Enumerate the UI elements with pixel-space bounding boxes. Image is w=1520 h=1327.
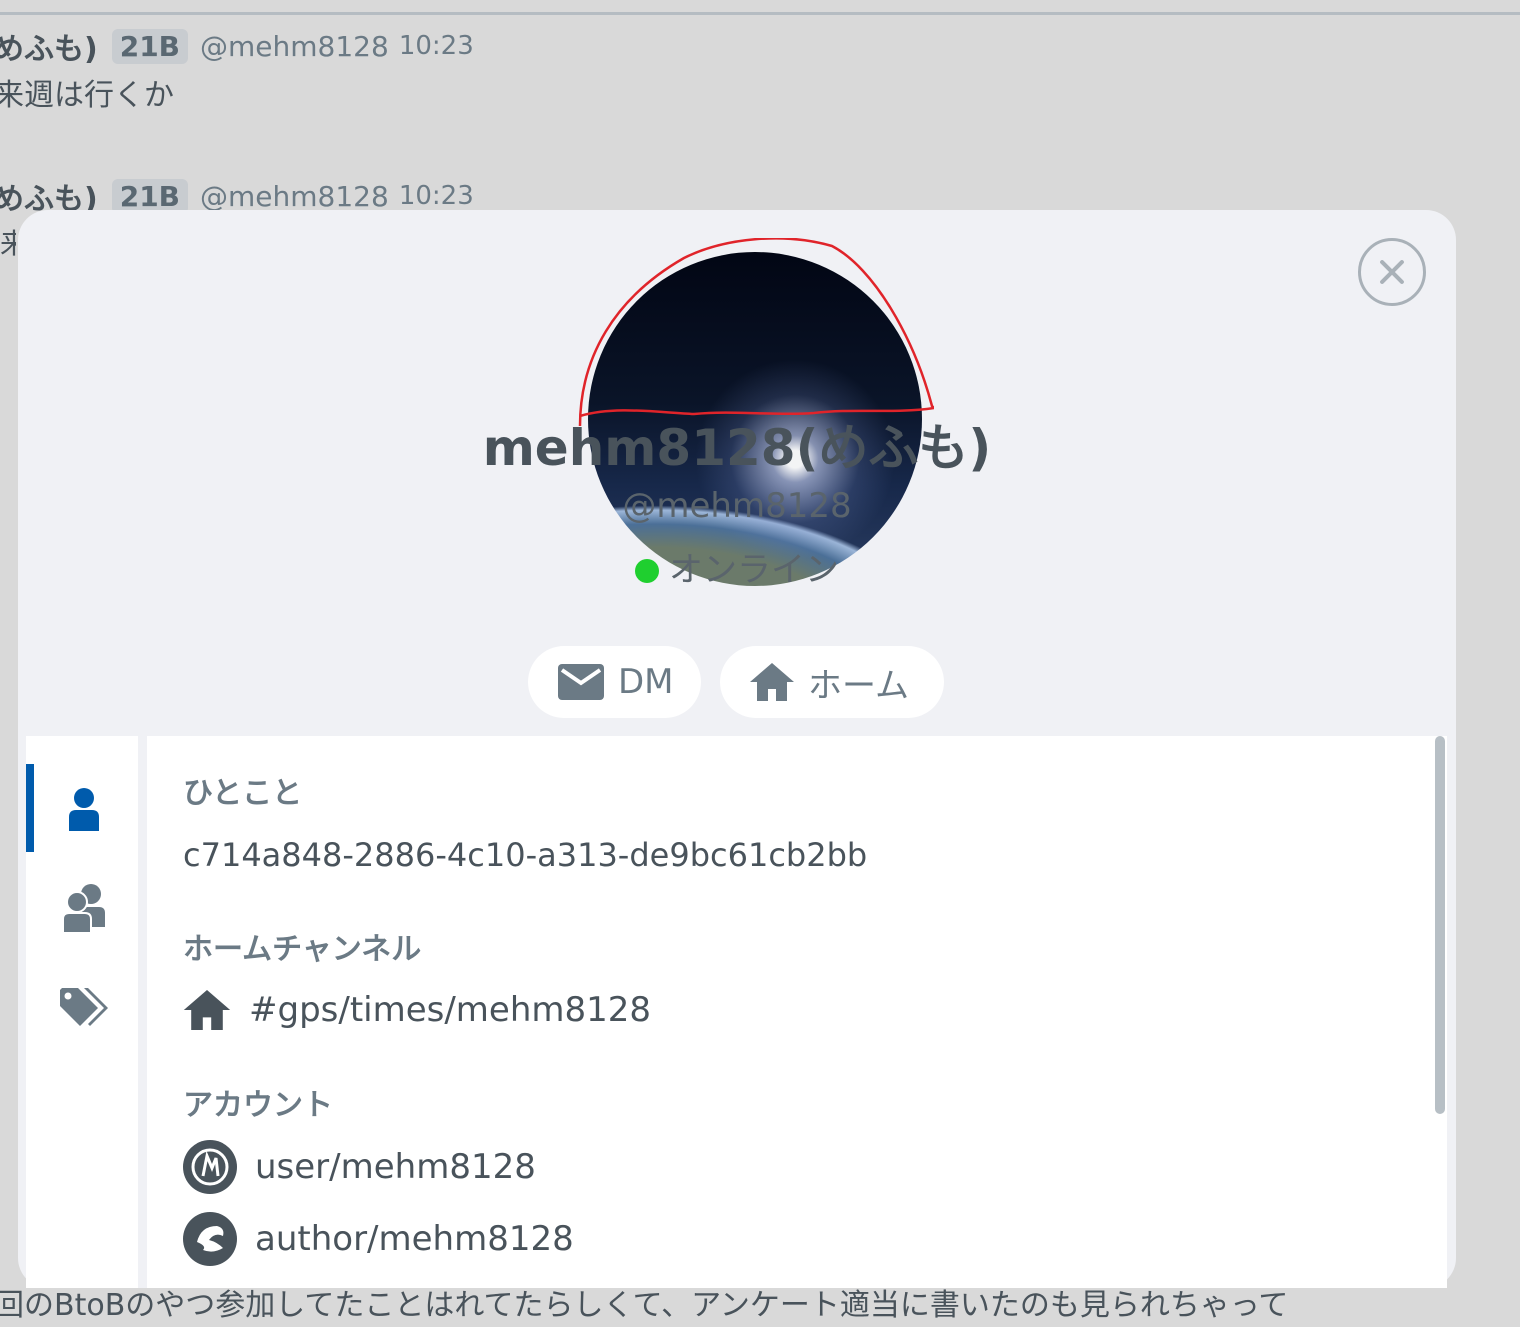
mail-icon bbox=[558, 664, 604, 700]
user-profile-modal: mehm8128(めふも) @mehm8128 オンライン DM ホーム ひとこ… bbox=[18, 210, 1456, 1288]
bio-text: c714a848-2886-4c10-a313-de9bc61cb2bb bbox=[183, 836, 868, 874]
home-channel-link[interactable]: #gps/times/mehm8128 bbox=[183, 990, 651, 1030]
grade-badge: 21B bbox=[111, 178, 189, 214]
message-handle[interactable]: @mehm8128 bbox=[200, 180, 389, 213]
message-text: 来 bbox=[0, 227, 16, 260]
accounts-title: アカウント bbox=[183, 1088, 333, 1123]
display-name: mehm8128(めふも) bbox=[482, 419, 992, 477]
account-service-icon bbox=[183, 1212, 237, 1266]
message-nickname[interactable]: めふも) bbox=[0, 24, 98, 68]
tab-profile[interactable] bbox=[56, 781, 112, 837]
home-channel-title: ホームチャンネル bbox=[183, 932, 422, 967]
profile-tab-bar bbox=[26, 736, 138, 1288]
message-time: 10:23 bbox=[398, 181, 474, 211]
scrollbar[interactable] bbox=[1435, 736, 1445, 1114]
close-button[interactable] bbox=[1358, 238, 1426, 306]
profile-content: ひとこと c714a848-2886-4c10-a313-de9bc61cb2b… bbox=[147, 736, 1447, 1288]
status-label: オンライン bbox=[669, 550, 839, 590]
user-handle: @mehm8128 bbox=[622, 486, 852, 526]
account-service-icon bbox=[183, 1140, 237, 1194]
group-icon bbox=[63, 884, 105, 933]
bio-title: ひとこと bbox=[183, 776, 303, 811]
tab-groups[interactable] bbox=[56, 880, 112, 936]
account-link-user[interactable]: user/mehm8128 bbox=[183, 1140, 536, 1194]
message-text: 来週は行くか bbox=[0, 78, 174, 113]
message-time: 10:23 bbox=[398, 31, 474, 61]
tags-icon bbox=[60, 988, 108, 1026]
message-handle[interactable]: @mehm8128 bbox=[200, 30, 389, 63]
home-icon bbox=[183, 990, 231, 1030]
message-header: めふも) 21B @mehm8128 10:23 bbox=[0, 24, 474, 68]
person-icon bbox=[69, 788, 99, 831]
tab-tags[interactable] bbox=[56, 980, 112, 1036]
online-status: オンライン bbox=[18, 542, 1456, 591]
online-dot-icon bbox=[635, 559, 659, 583]
dm-button[interactable]: DM bbox=[528, 646, 701, 718]
home-button[interactable]: ホーム bbox=[720, 646, 944, 718]
account-link-author[interactable]: author/mehm8128 bbox=[183, 1212, 574, 1266]
grade-badge: 21B bbox=[111, 28, 189, 64]
home-channel-name: #gps/times/mehm8128 bbox=[249, 990, 652, 1030]
dm-label: DM bbox=[618, 662, 674, 702]
home-icon bbox=[750, 663, 794, 701]
active-tab-indicator bbox=[26, 764, 34, 852]
account-name: user/mehm8128 bbox=[255, 1147, 536, 1187]
top-divider bbox=[0, 12, 1520, 15]
account-name: author/mehm8128 bbox=[255, 1219, 574, 1259]
home-label: ホーム bbox=[808, 665, 909, 706]
